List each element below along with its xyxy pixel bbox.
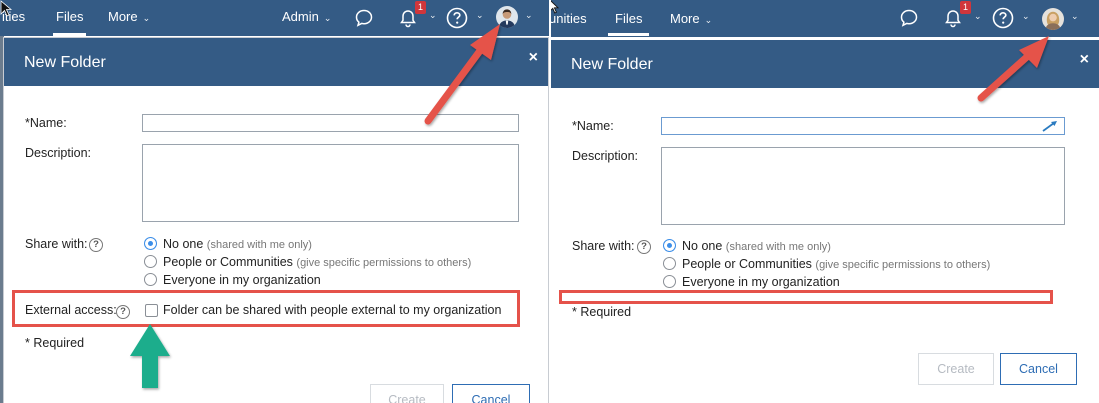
screenshot-comparison: ities Files More ⌄ Admin ⌄ 1 ⌄ ⌄ ⌄ New F… [0, 0, 1099, 403]
red-arrow [977, 36, 1049, 102]
mouse-pointer-icon [0, 0, 13, 17]
annotation-arrows-left [0, 0, 500, 388]
mouse-pointer-icon [549, 0, 560, 14]
red-arrow [424, 24, 500, 125]
green-arrow [130, 324, 170, 388]
left-panel: ities Files More ⌄ Admin ⌄ 1 ⌄ ⌄ ⌄ New F… [0, 0, 549, 403]
annotation-arrows-right [549, 0, 1049, 102]
right-panel: unities Files More⌄ 1 ⌄ ⌄ ⌄ New Folder [549, 0, 1099, 403]
panel-divider [549, 0, 551, 403]
